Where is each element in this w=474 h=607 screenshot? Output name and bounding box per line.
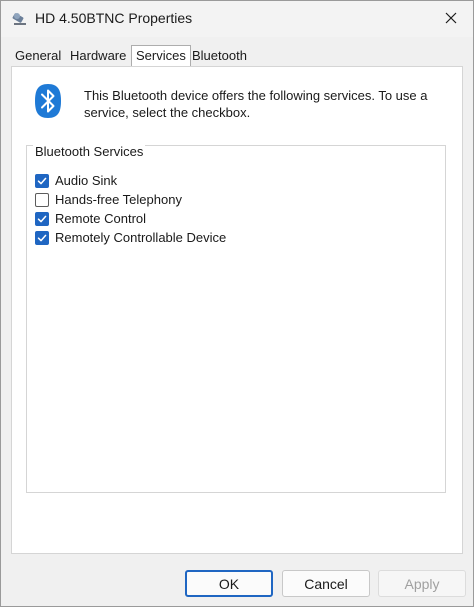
services-panel: This Bluetooth device offers the followi…	[11, 66, 463, 554]
close-icon	[445, 12, 457, 27]
checkmark-icon	[37, 234, 47, 241]
cancel-button[interactable]: Cancel	[282, 570, 370, 597]
ok-button[interactable]: OK	[185, 570, 273, 597]
tab-general[interactable]: General	[11, 47, 65, 65]
checkbox-checked[interactable]	[35, 230, 49, 245]
service-hands-free-telephony[interactable]: Hands-free Telephony	[35, 190, 182, 209]
service-remotely-controllable-device[interactable]: Remotely Controllable Device	[35, 228, 226, 247]
bluetooth-services-group: Bluetooth Services Audio Sink Hands-free…	[26, 144, 446, 493]
title-bar: HD 4.50BTNC Properties	[1, 1, 473, 37]
service-label: Hands-free Telephony	[55, 192, 182, 207]
service-audio-sink[interactable]: Audio Sink	[35, 171, 117, 190]
checkmark-icon	[37, 215, 47, 222]
close-button[interactable]	[437, 7, 465, 31]
tab-hardware[interactable]: Hardware	[66, 47, 130, 65]
service-label: Remote Control	[55, 211, 147, 226]
group-label: Bluetooth Services	[33, 144, 146, 159]
checkbox-checked[interactable]	[35, 173, 49, 188]
checkbox-checked[interactable]	[35, 211, 49, 226]
service-label: Remotely Controllable Device	[55, 230, 227, 245]
dialog-footer: OK Cancel Apply	[1, 554, 473, 606]
service-label: Audio Sink	[55, 173, 118, 188]
service-remote-control[interactable]: Remote Control	[35, 209, 146, 228]
tab-bluetooth[interactable]: Bluetooth	[188, 47, 251, 65]
properties-window: HD 4.50BTNC Properties General Hardware …	[0, 0, 474, 607]
window-title: HD 4.50BTNC Properties	[35, 10, 193, 26]
services-description: This Bluetooth device offers the followi…	[84, 88, 428, 120]
apply-button[interactable]: Apply	[378, 570, 466, 597]
services-list: Audio Sink Hands-free Telephony Remote C…	[35, 163, 435, 473]
checkbox-unchecked[interactable]	[35, 192, 49, 207]
checkmark-icon	[37, 177, 47, 184]
tab-services[interactable]: Services	[131, 45, 191, 66]
bluetooth-icon	[34, 83, 62, 119]
bluetooth-device-icon	[11, 10, 29, 28]
